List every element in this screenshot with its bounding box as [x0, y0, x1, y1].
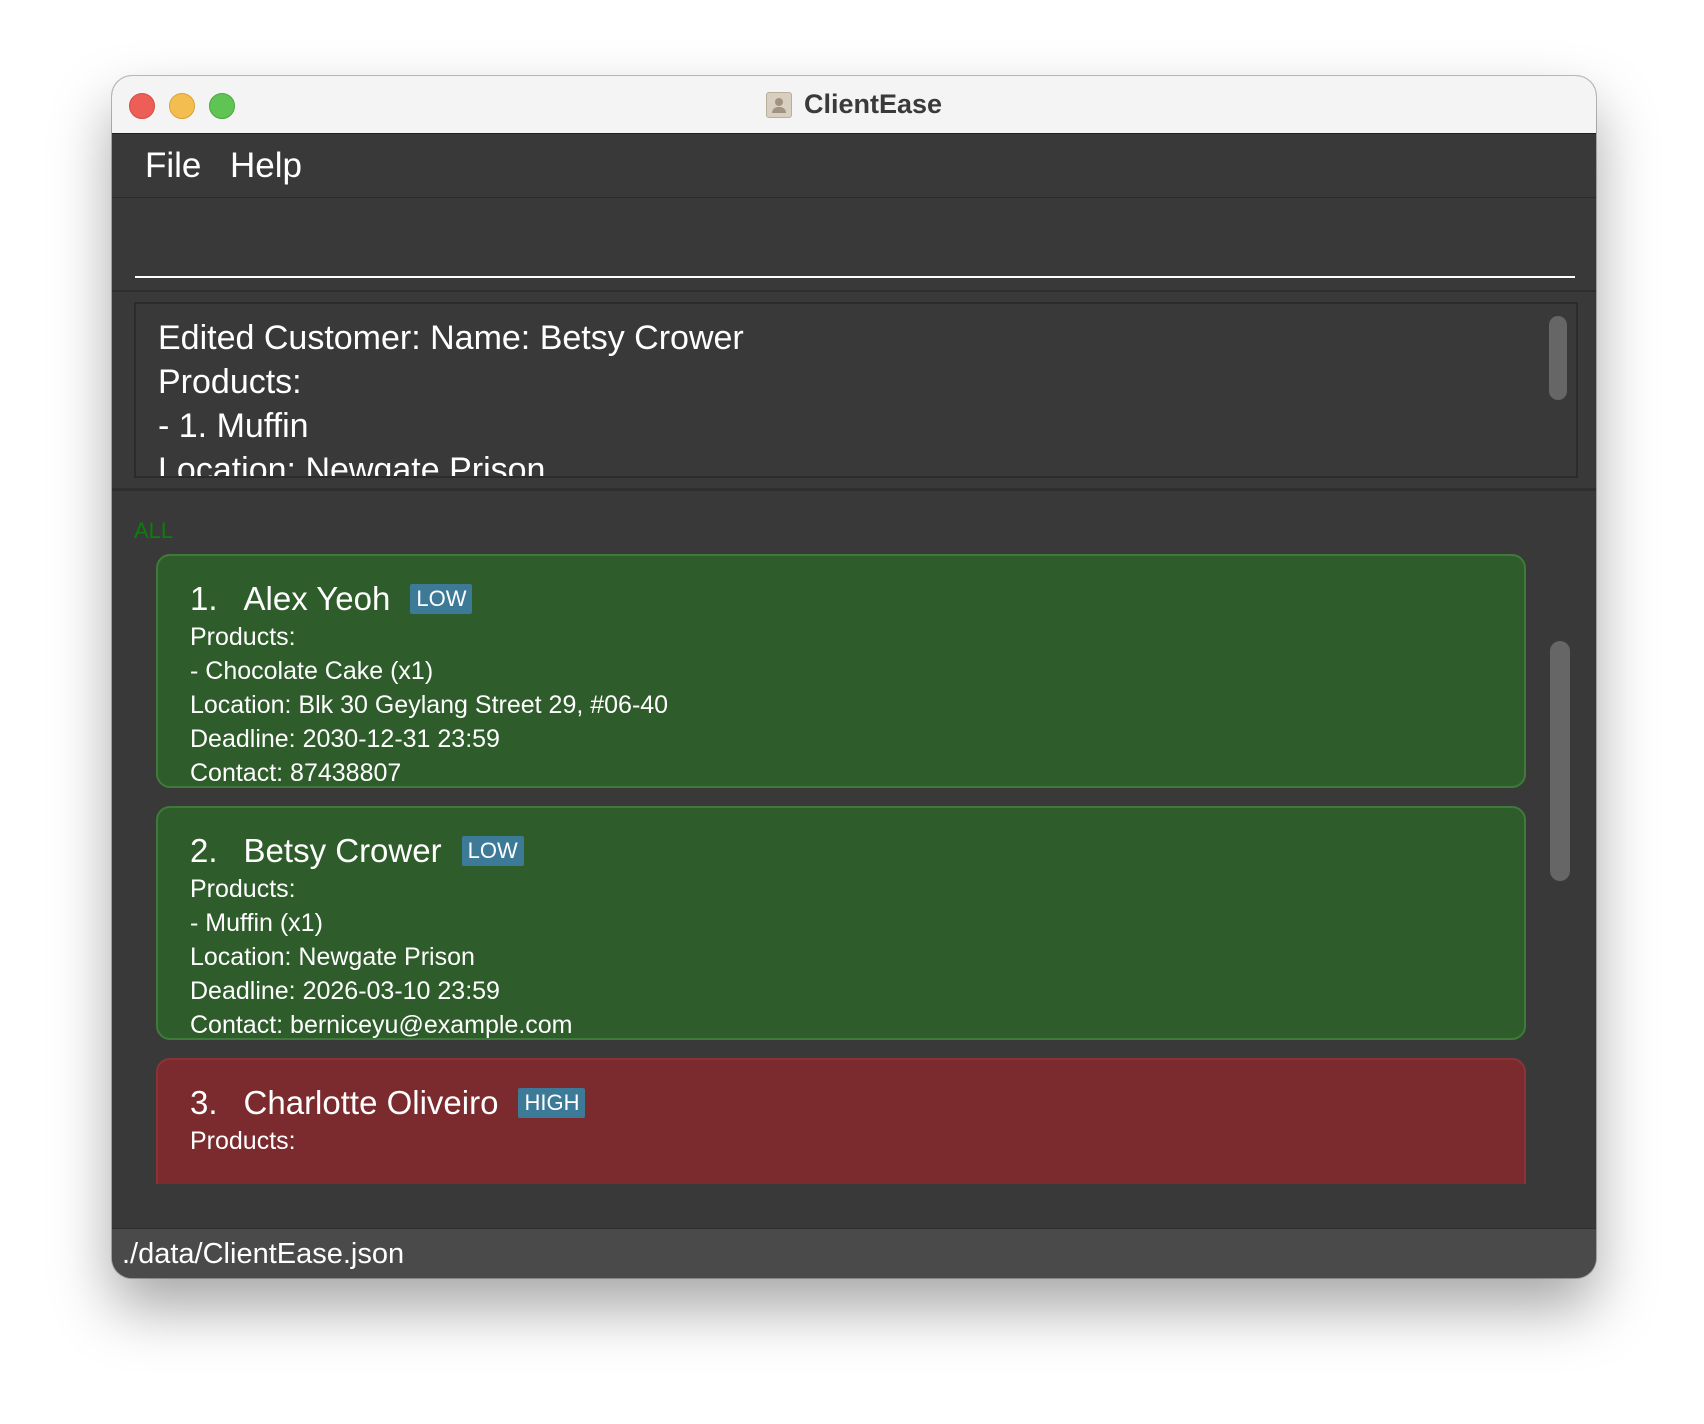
priority-badge: LOW: [461, 836, 524, 866]
command-input[interactable]: [135, 220, 1575, 278]
customer-name: Betsy Crower: [243, 832, 442, 869]
customer-index: 3.: [190, 1084, 218, 1121]
data-file-path: ./data/ClientEase.json: [122, 1238, 405, 1270]
customer-contact: Contact: 87438807: [190, 759, 402, 787]
customer-deadline: Deadline: 2026-03-10 23:59: [190, 977, 500, 1005]
customer-card[interactable]: 2. Betsy Crower LOW Products: - Muffin (…: [156, 806, 1526, 1040]
customer-deadline: Deadline: 2030-12-31 23:59: [190, 725, 500, 753]
products-list: - Chocolate Cake (x1): [190, 657, 434, 685]
customer-contact: Contact: berniceyu@example.com: [190, 1011, 573, 1039]
customer-list: 1. Alex Yeoh LOW Products: - Chocolate C…: [112, 554, 1596, 1184]
result-area: Edited Customer: Name: Betsy Crower Prod…: [112, 292, 1596, 491]
customer-index: 1.: [190, 580, 218, 617]
window-title: ClientEase: [803, 89, 943, 119]
products-label: Products:: [190, 1127, 296, 1155]
card-header: 2. Betsy Crower LOW: [190, 830, 1492, 872]
menu-bar: File Help: [112, 134, 1596, 198]
card-header: 1. Alex Yeoh LOW: [190, 578, 1492, 620]
list-scrollbar[interactable]: [1550, 641, 1570, 881]
customer-name: Charlotte Oliveiro: [243, 1084, 499, 1121]
customer-index: 2.: [190, 832, 218, 869]
app-window: ClientEase File Help Edited Customer: Na…: [112, 76, 1596, 1278]
customer-card[interactable]: 3. Charlotte Oliveiro HIGH Products:: [156, 1058, 1526, 1184]
title-bar: ClientEase: [112, 76, 1596, 134]
command-area: [112, 198, 1596, 292]
customer-location: Location: Newgate Prison: [190, 943, 475, 971]
priority-badge: LOW: [410, 584, 473, 614]
customer-name: Alex Yeoh: [243, 580, 391, 617]
menu-help[interactable]: Help: [230, 146, 302, 186]
title-wrap: ClientEase: [112, 76, 1596, 133]
customer-location: Location: Blk 30 Geylang Street 29, #06-…: [190, 691, 669, 719]
filter-label: ALL: [134, 518, 174, 543]
result-text: Edited Customer: Name: Betsy Crower Prod…: [158, 319, 744, 478]
result-display[interactable]: Edited Customer: Name: Betsy Crower Prod…: [134, 302, 1578, 478]
contact-book-icon: [765, 91, 792, 118]
status-bar: ./data/ClientEase.json: [112, 1228, 1596, 1278]
products-label: Products:: [190, 875, 296, 903]
card-header: 3. Charlotte Oliveiro HIGH: [190, 1082, 1492, 1124]
customer-card[interactable]: 1. Alex Yeoh LOW Products: - Chocolate C…: [156, 554, 1526, 788]
result-scrollbar[interactable]: [1549, 316, 1567, 400]
products-label: Products:: [190, 623, 296, 651]
menu-file[interactable]: File: [145, 146, 201, 186]
products-list: - Muffin (x1): [190, 909, 323, 937]
priority-badge: HIGH: [518, 1088, 586, 1118]
